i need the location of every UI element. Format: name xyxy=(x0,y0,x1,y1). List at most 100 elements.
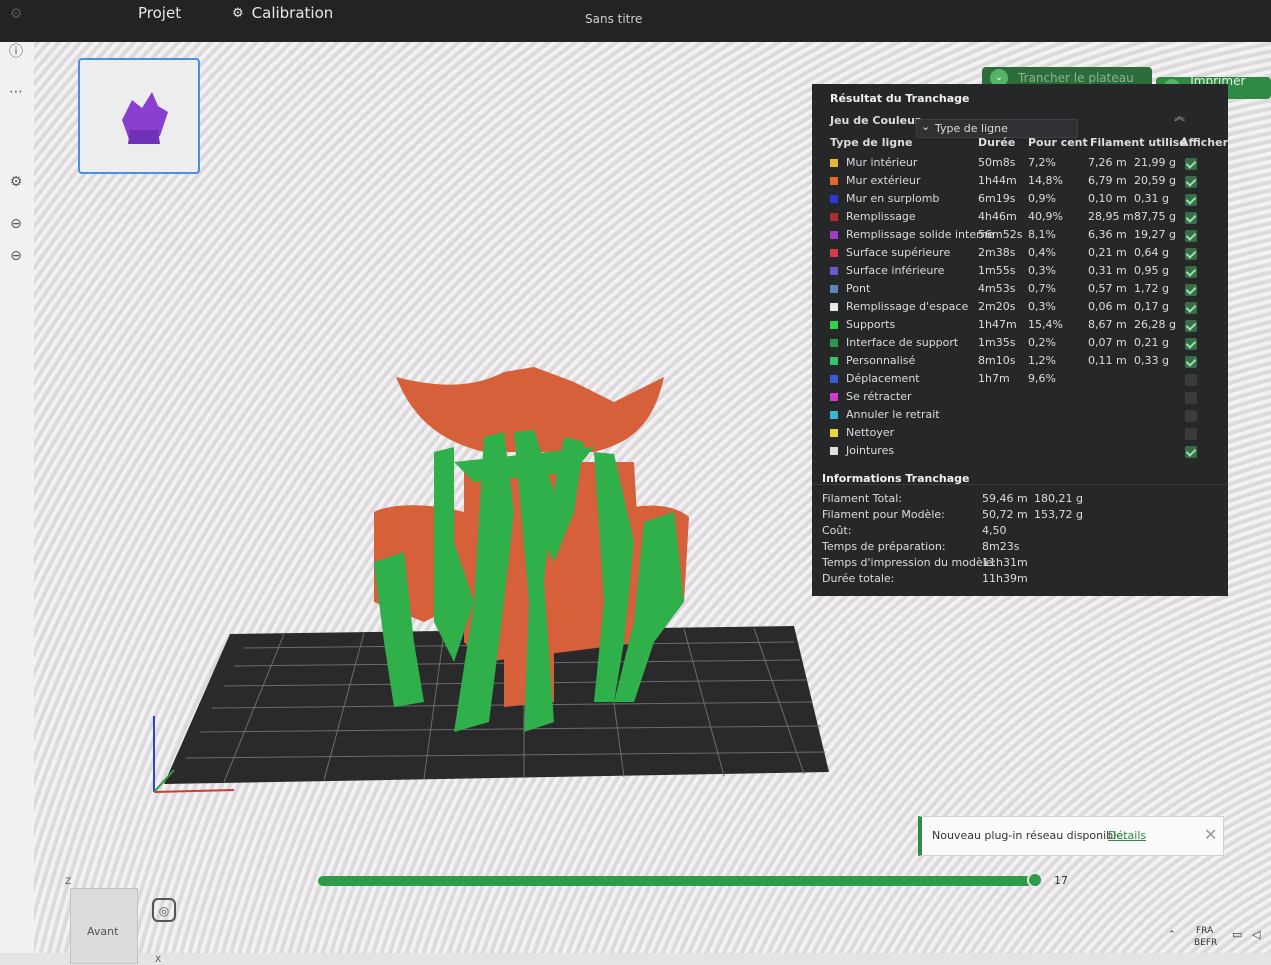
show-checkbox[interactable] xyxy=(1185,284,1197,296)
show-checkbox[interactable] xyxy=(1185,320,1197,332)
system-tray: ⌃ FRA BEFR ▭ ◁ xyxy=(1166,924,1271,953)
wifi-icon[interactable]: ▭ xyxy=(1232,928,1242,941)
show-checkbox[interactable] xyxy=(1185,410,1197,422)
color-swatch-icon xyxy=(830,195,838,203)
line-type-label: Se rétracter xyxy=(846,390,912,403)
line-type-row: Supports 1h47m 15,4% 8,67 m 26,28 g xyxy=(812,318,1228,335)
show-checkbox[interactable] xyxy=(1185,428,1197,440)
line-duration: 56m52s xyxy=(978,228,1023,241)
gear-icon[interactable]: ⚙ xyxy=(6,172,26,192)
line-type-label: Mur intérieur xyxy=(846,156,918,169)
title-bar: Projet ⚙ Calibration Sans titre xyxy=(0,0,1271,42)
line-type-row: Remplissage d'espace 2m20s 0,3% 0,06 m 0,17 … xyxy=(812,300,1228,317)
show-checkbox[interactable] xyxy=(1185,230,1197,242)
show-checkbox[interactable] xyxy=(1185,374,1197,386)
notification-details-link[interactable]: Détails xyxy=(1108,829,1146,842)
tab-project-label: Projet xyxy=(138,4,182,22)
line-type-name: Déplacement xyxy=(830,372,920,385)
chevron-up-icon[interactable]: ⌃ xyxy=(1168,930,1176,940)
line-type-row: Surface inférieure 1m55s 0,3% 0,31 m 0,95 g xyxy=(812,264,1228,281)
line-length: 0,31 m xyxy=(1088,264,1127,277)
lang-region[interactable]: BEFR xyxy=(1194,938,1217,948)
line-percent: 8,1% xyxy=(1028,228,1056,241)
info-icon[interactable]: ⓘ xyxy=(6,42,26,62)
line-type-row: Interface de support 1m35s 0,2% 0,07 m 0,21 … xyxy=(812,336,1228,353)
color-swatch-icon xyxy=(830,321,838,329)
color-swatch-icon xyxy=(830,249,838,257)
line-percent: 0,3% xyxy=(1028,264,1056,277)
col-show: Afficher xyxy=(1180,136,1229,149)
line-type-label: Supports xyxy=(846,318,896,331)
tab-project[interactable]: Projet xyxy=(138,4,181,22)
color-swatch-icon xyxy=(830,231,838,239)
show-checkbox[interactable] xyxy=(1185,194,1197,206)
line-type-name: Se rétracter xyxy=(830,390,912,403)
color-swatch-icon xyxy=(830,375,838,383)
line-type-row: Remplissage solide interne 56m52s 8,1% 6,36… xyxy=(812,228,1228,245)
color-swatch-icon xyxy=(830,429,838,437)
show-checkbox[interactable] xyxy=(1185,176,1197,188)
slice-info-row: Temps d'impression du modèle: 11h31m xyxy=(812,556,1228,573)
line-percent: 9,6% xyxy=(1028,372,1056,385)
line-percent: 40,9% xyxy=(1028,210,1063,223)
line-duration: 1h7m xyxy=(978,372,1010,385)
line-percent: 15,4% xyxy=(1028,318,1063,331)
line-type-row: Mur extérieur 1h44m 14,8% 6,79 m 20,59 g xyxy=(812,174,1228,191)
line-type-name: Remplissage d'espace xyxy=(830,300,968,313)
camera-reset-icon[interactable]: ◎ xyxy=(152,898,176,922)
line-percent: 1,2% xyxy=(1028,354,1056,367)
x-axis xyxy=(153,789,235,793)
view-cube-z-label: Z xyxy=(65,877,72,887)
info-value-2: 153,72 g xyxy=(1034,508,1083,521)
info-label: Coût: xyxy=(822,524,852,537)
minus-icon[interactable]: ⊖ xyxy=(6,246,26,266)
layer-slider-track[interactable] xyxy=(318,876,1036,886)
line-type-row: Se rétracter xyxy=(812,390,1228,407)
line-length: 0,07 m xyxy=(1088,336,1127,349)
show-checkbox[interactable] xyxy=(1185,392,1197,404)
line-percent: 0,7% xyxy=(1028,282,1056,295)
show-checkbox[interactable] xyxy=(1185,158,1197,170)
line-weight: 21,99 g xyxy=(1134,156,1176,169)
show-checkbox[interactable] xyxy=(1185,446,1197,458)
layer-slider-handle[interactable] xyxy=(1027,872,1043,888)
line-length: 28,95 m xyxy=(1088,210,1134,223)
line-type-name: Nettoyer xyxy=(830,426,894,439)
line-length: 0,06 m xyxy=(1088,300,1127,313)
speaker-icon[interactable]: ◁ xyxy=(1252,928,1260,941)
show-checkbox[interactable] xyxy=(1185,302,1197,314)
show-checkbox[interactable] xyxy=(1185,338,1197,350)
collapse-icon[interactable]: ︽ xyxy=(1174,108,1185,124)
close-icon[interactable]: ✕ xyxy=(1204,825,1217,844)
line-type-name: Remplissage solide interne xyxy=(830,228,994,241)
line-type-row: Pont 4m53s 0,7% 0,57 m 1,72 g xyxy=(812,282,1228,299)
line-weight: 0,31 g xyxy=(1134,192,1169,205)
settings-icon[interactable]: ⚙ xyxy=(6,4,26,24)
minus-icon[interactable]: ⊖ xyxy=(6,214,26,234)
show-checkbox[interactable] xyxy=(1185,212,1197,224)
line-type-label: Remplissage d'espace xyxy=(846,300,969,313)
line-type-row: Annuler le retrait xyxy=(812,408,1228,425)
line-type-label: Remplissage xyxy=(846,210,916,223)
lang-code[interactable]: FRA xyxy=(1196,926,1213,936)
line-duration: 2m38s xyxy=(978,246,1016,259)
color-swatch-icon xyxy=(830,213,838,221)
line-length: 0,11 m xyxy=(1088,354,1127,367)
line-type-row: Déplacement 1h7m 9,6% xyxy=(812,372,1228,389)
line-type-name: Interface de support xyxy=(830,336,958,349)
color-scheme-value: Type de ligne xyxy=(935,122,1008,135)
show-checkbox[interactable] xyxy=(1185,266,1197,278)
line-length: 6,79 m xyxy=(1088,174,1127,187)
info-label: Filament Total: xyxy=(822,492,903,505)
line-type-name: Remplissage xyxy=(830,210,916,223)
show-checkbox[interactable] xyxy=(1185,356,1197,368)
more-icon[interactable]: ⋯ xyxy=(6,82,26,102)
slice-plate-label: Trancher le plateau xyxy=(1018,71,1134,85)
col-duration: Durée xyxy=(978,136,1016,149)
show-checkbox[interactable] xyxy=(1185,248,1197,260)
slice-info-row: Filament pour Modèle: 50,72 m 153,72 g xyxy=(812,508,1228,525)
line-percent: 7,2% xyxy=(1028,156,1056,169)
line-type-row: Mur intérieur 50m8s 7,2% 7,26 m 21,99 g xyxy=(812,156,1228,173)
table-header: Type de ligne Durée Pour cent Filament u… xyxy=(812,136,1228,153)
tab-calibration[interactable]: ⚙ Calibration xyxy=(232,4,333,22)
